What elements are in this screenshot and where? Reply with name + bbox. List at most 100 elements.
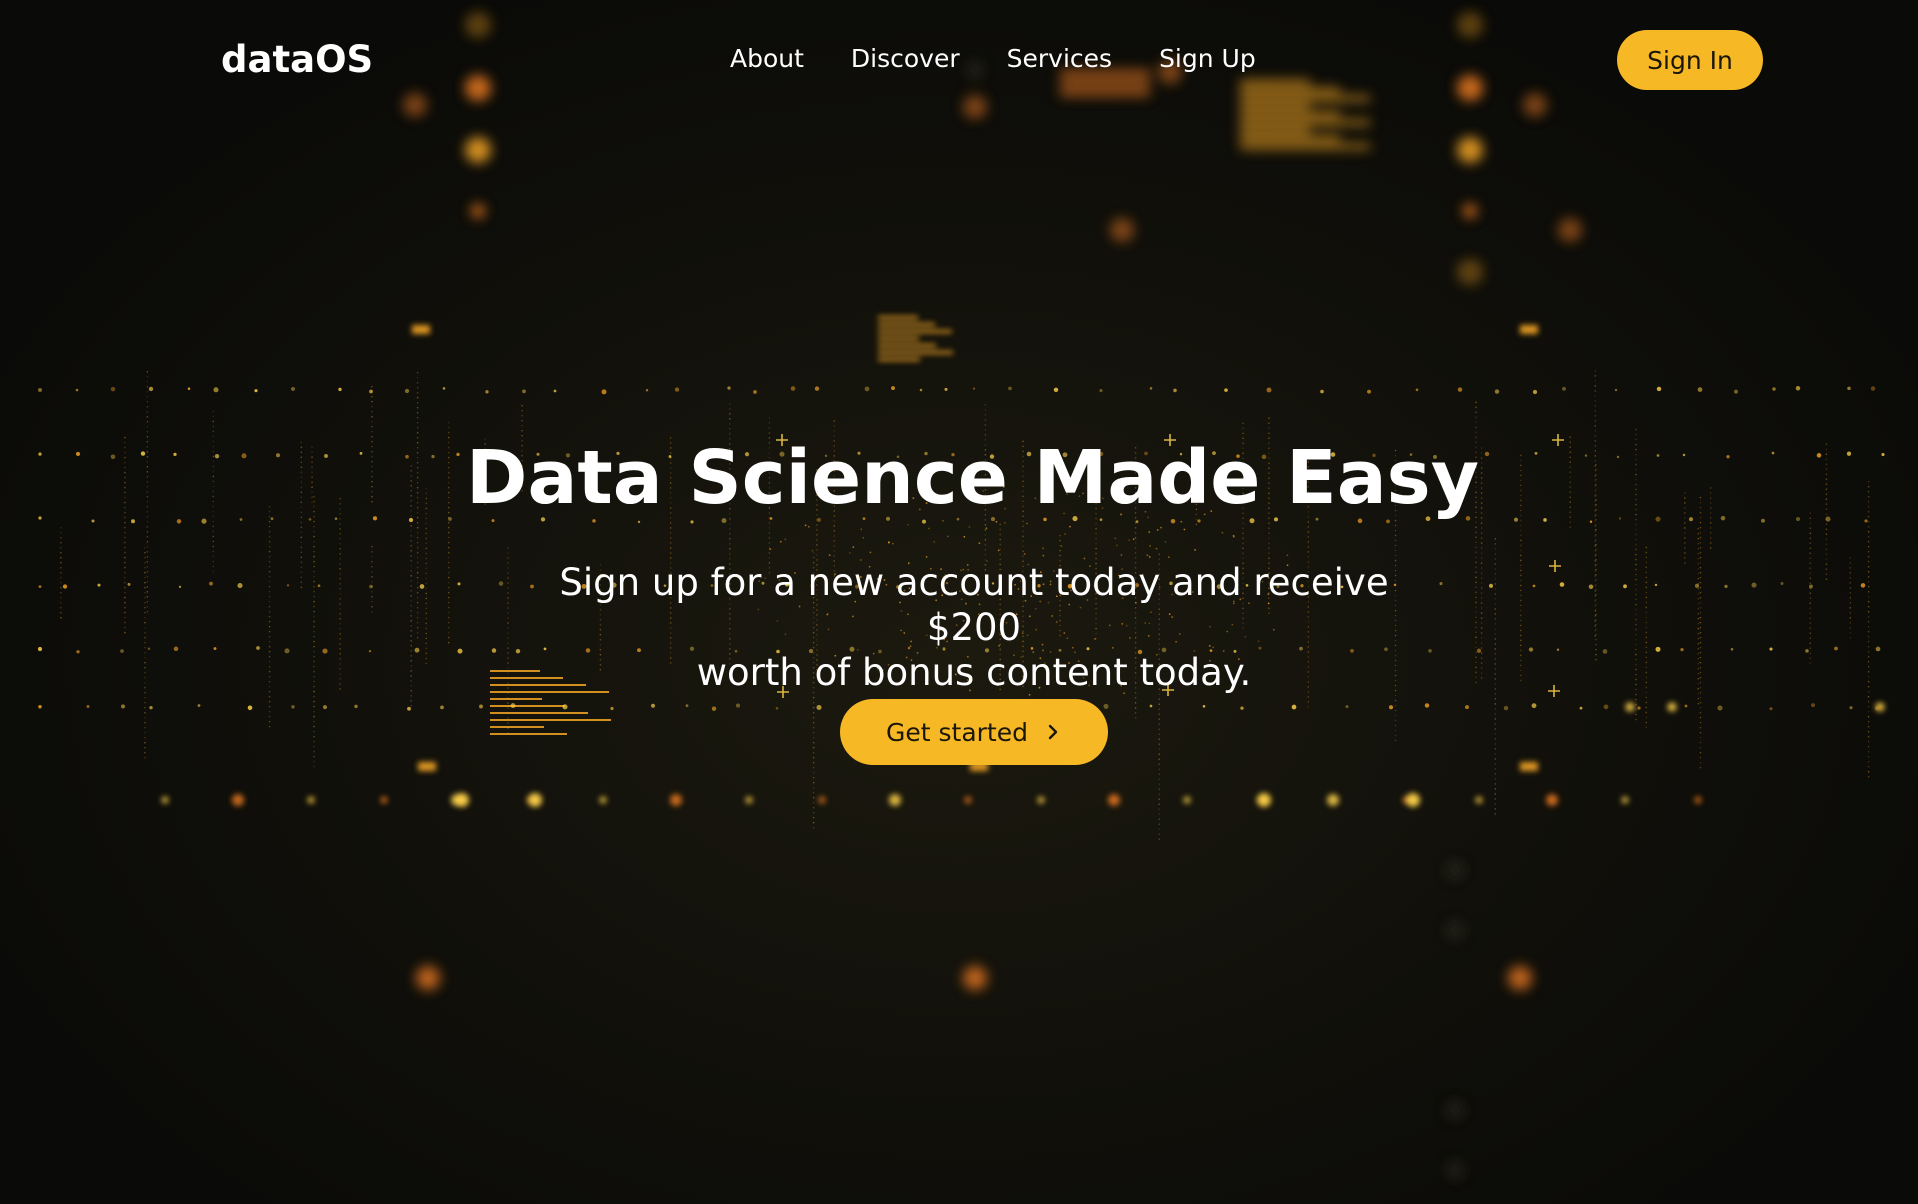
particle [1480, 607, 1483, 609]
particle [410, 525, 412, 527]
brand-logo[interactable]: dataOS [221, 38, 373, 81]
particle [371, 545, 373, 548]
particle [144, 566, 146, 569]
particle [300, 561, 303, 564]
particle [1635, 578, 1637, 581]
particle [410, 680, 412, 682]
particle [1424, 703, 1430, 708]
particle [416, 636, 419, 639]
particle [1158, 553, 1161, 555]
particle [1307, 696, 1310, 698]
nav-link-services[interactable]: Services [1007, 44, 1112, 73]
particle [60, 561, 62, 564]
sign-in-button[interactable]: Sign In [1617, 30, 1763, 90]
particle [268, 575, 271, 578]
particle [1128, 539, 1131, 541]
particle [286, 584, 290, 587]
particle [339, 688, 341, 690]
particle [1635, 648, 1637, 651]
particle [1394, 549, 1397, 552]
particle [416, 526, 419, 529]
nav-link-discover[interactable]: Discover [851, 44, 960, 73]
particle [425, 662, 428, 665]
particle [521, 409, 523, 412]
particle [1158, 813, 1161, 815]
particle [419, 584, 425, 589]
particle [869, 551, 872, 554]
particle [1494, 783, 1497, 785]
particle [1494, 803, 1497, 805]
particle [1849, 577, 1852, 579]
particle [371, 550, 373, 553]
bokeh-particle [1457, 259, 1483, 285]
particle [944, 387, 948, 391]
particle [1494, 628, 1497, 630]
particle [1519, 604, 1522, 607]
particle [1519, 544, 1522, 547]
particle [1684, 537, 1686, 539]
particle [1697, 647, 1700, 650]
particle [187, 387, 191, 390]
particle [1519, 599, 1522, 602]
particle [1867, 750, 1870, 753]
particle [1635, 668, 1637, 671]
particle [1809, 617, 1812, 619]
particle [410, 545, 412, 547]
particle [146, 590, 149, 593]
particle [1699, 676, 1702, 679]
particle [1809, 652, 1812, 654]
particle [146, 375, 149, 378]
particle [1519, 659, 1522, 662]
particle [339, 543, 341, 545]
particle [313, 590, 315, 593]
particle [507, 732, 509, 734]
particle [1867, 605, 1870, 608]
particle [1635, 658, 1637, 661]
particle [268, 720, 271, 723]
particle [1699, 571, 1702, 574]
nav-link-sign-up[interactable]: Sign Up [1159, 44, 1256, 73]
particle [1867, 625, 1870, 628]
bokeh-particle [416, 966, 440, 990]
particle [313, 650, 315, 653]
particle [1867, 665, 1870, 668]
particle [1594, 405, 1597, 407]
particle [735, 703, 741, 708]
particle [833, 425, 836, 427]
particle [1494, 738, 1497, 740]
particle [447, 566, 450, 569]
particle [410, 590, 412, 592]
particle [1697, 387, 1703, 392]
particle [416, 611, 419, 614]
particle [670, 794, 682, 806]
code-line [878, 323, 935, 326]
particle [1635, 623, 1637, 626]
particle [1439, 582, 1443, 586]
particle [146, 540, 149, 543]
particle [1480, 547, 1483, 549]
particle [507, 702, 509, 704]
particle [1697, 637, 1700, 640]
particle [1268, 552, 1270, 555]
particle [425, 522, 428, 525]
particle [1519, 654, 1522, 657]
particle [410, 540, 412, 542]
particle [812, 821, 815, 824]
get-started-button[interactable]: Get started [840, 699, 1108, 765]
particle [410, 585, 412, 587]
particle [1849, 572, 1852, 574]
particle [442, 387, 446, 390]
particle [1594, 525, 1597, 527]
bokeh-particle [1445, 1160, 1465, 1180]
particle [268, 705, 271, 708]
particle [1480, 652, 1483, 654]
particle [816, 549, 818, 551]
particle [1867, 705, 1870, 708]
particle [507, 697, 509, 699]
particle [811, 549, 814, 552]
particle [410, 560, 412, 562]
particle [984, 404, 987, 406]
particle [1635, 678, 1637, 681]
bokeh-particle [1558, 218, 1582, 242]
nav-link-about[interactable]: About [730, 44, 804, 73]
